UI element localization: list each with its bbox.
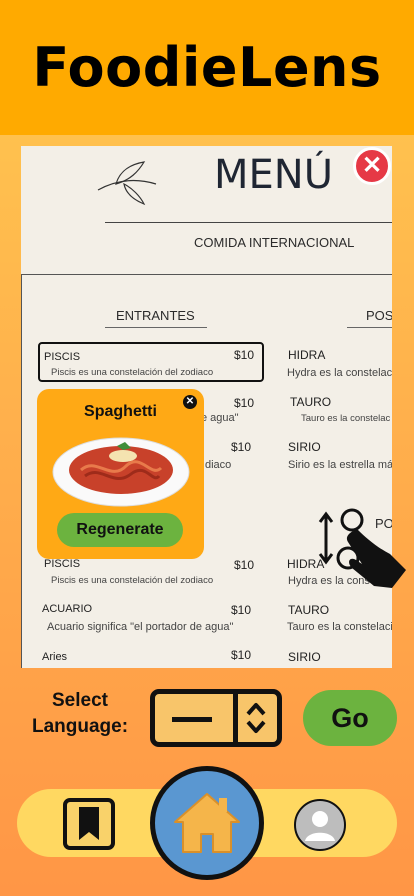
profile-icon[interactable] (293, 798, 347, 852)
item-price: $10 (231, 648, 252, 662)
item-price: $10 (234, 348, 255, 362)
item-description: diaco (205, 459, 232, 471)
item-description: Piscis es una constelación del zodiaco (51, 575, 214, 586)
item-price: $10 (231, 603, 252, 617)
selected-language-placeholder (172, 717, 212, 722)
leaf-icon (97, 161, 157, 206)
menu-title: MENÚ (214, 152, 333, 198)
regenerate-button[interactable]: Regenerate (57, 513, 183, 547)
item-name[interactable]: HIDRA (288, 348, 325, 362)
divider (105, 222, 392, 223)
popup-title: Spaghetti (84, 403, 157, 420)
home-icon (174, 793, 240, 853)
section-heading: ENTRANTES (116, 308, 195, 323)
item-description: Piscis es una constelación del zodiaco (51, 367, 214, 378)
item-name[interactable]: PISCIS (44, 558, 80, 570)
language-label: Select Language: (20, 688, 140, 740)
home-button[interactable] (150, 766, 264, 880)
close-button[interactable]: ✕ (353, 147, 391, 185)
item-description: Tauro es la constelació (287, 621, 392, 633)
app-title: FoodieLens (32, 36, 382, 99)
app-header: FoodieLens (0, 0, 414, 135)
item-description: Acuario significa "el portador de agua" (47, 621, 234, 633)
item-price: $10 (231, 440, 252, 454)
close-icon: ✕ (361, 152, 383, 179)
item-description: e agua" (201, 412, 239, 424)
item-price: $10 (234, 558, 255, 572)
item-price: $10 (234, 396, 255, 410)
item-description: Hydra es la constelac (287, 367, 392, 379)
item-name[interactable]: ACUARIO (42, 603, 92, 615)
item-name[interactable]: TAURO (290, 395, 331, 409)
language-label-line2: Language: (31, 716, 129, 737)
bookmark-icon[interactable] (62, 797, 116, 851)
select-divider (233, 694, 238, 742)
popup-close-button[interactable]: ✕ (183, 395, 197, 409)
item-name[interactable]: SIRIO (288, 650, 321, 664)
spaghetti-image (52, 437, 190, 507)
item-name[interactable]: Aries (42, 651, 67, 663)
item-description: Tauro es la constelac (301, 413, 391, 424)
menu-subtitle: COMIDA INTERNACIONAL (194, 235, 355, 250)
divider (347, 327, 392, 328)
item-name[interactable]: TAURO (288, 603, 329, 617)
item-description: Sirio es la estrella más (288, 459, 392, 471)
dish-popup: Spaghetti ✕ Regenerate (37, 389, 204, 559)
language-select[interactable] (150, 689, 282, 747)
pinch-gesture-icon (318, 508, 406, 588)
stepper-icon[interactable] (245, 700, 267, 736)
go-button[interactable]: Go (303, 690, 397, 746)
item-name[interactable]: SIRIO (288, 440, 321, 454)
section-heading: POS (366, 308, 392, 323)
item-name[interactable]: PISCIS (44, 351, 80, 363)
divider (105, 327, 207, 328)
language-label-line1: Select (52, 690, 108, 711)
